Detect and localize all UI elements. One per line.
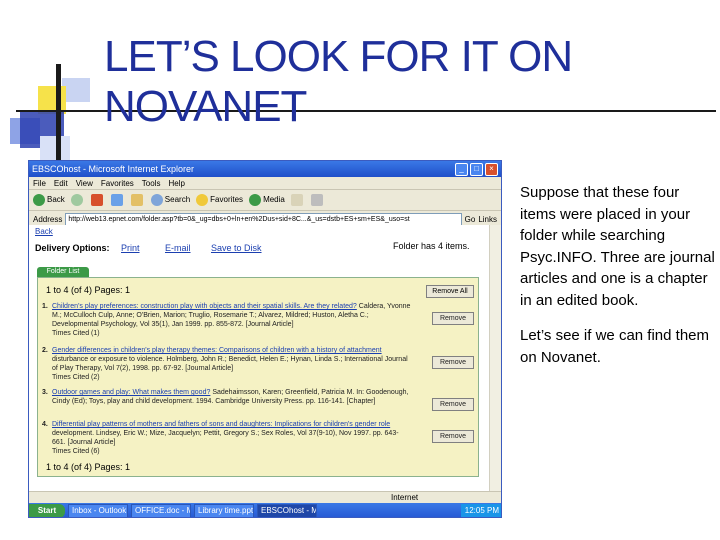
pager-top[interactable]: 1 to 4 (of 4) Pages: 1 xyxy=(46,285,130,295)
menu-help[interactable]: Help xyxy=(168,179,184,188)
note-paragraph-2: Let’s see if we can find them on Novanet… xyxy=(520,327,709,366)
links-button[interactable]: Links xyxy=(478,215,497,224)
taskbar-clock: 12:05 PM xyxy=(460,504,501,517)
media-button[interactable]: Media xyxy=(249,194,285,206)
start-button[interactable]: Start xyxy=(29,504,65,517)
back-link[interactable]: Back xyxy=(35,227,53,236)
browser-title: EBSCOhost - Microsoft Internet Explorer xyxy=(32,164,195,174)
remove-button[interactable]: Remove xyxy=(432,356,474,369)
back-arrow-icon xyxy=(33,194,45,206)
back-button[interactable]: Back xyxy=(33,194,65,206)
email-link[interactable]: E-mail xyxy=(165,243,191,253)
taskbar-item-library[interactable]: Library time.ppt xyxy=(194,504,254,517)
remove-button[interactable]: Remove xyxy=(432,430,474,443)
slide-title-line1: LET’S LOOK FOR IT ON xyxy=(104,32,573,81)
search-icon xyxy=(150,194,163,206)
star-icon xyxy=(196,194,209,206)
folder-list-panel: 1 to 4 (of 4) Pages: 1 Remove All 1. Chi… xyxy=(37,277,479,477)
taskbar-item-office[interactable]: OFFICE.doc - Micro... xyxy=(131,504,191,517)
pager-bottom[interactable]: 1 to 4 (of 4) Pages: 1 xyxy=(46,462,130,472)
remove-all-button[interactable]: Remove All xyxy=(426,285,474,298)
item-title-link[interactable]: Gender differences in children's play th… xyxy=(52,347,382,354)
mail-icon[interactable] xyxy=(290,194,305,206)
folder-count: Folder has 4 items. xyxy=(393,241,470,251)
menu-bar: File Edit View Favorites Tools Help xyxy=(29,177,501,190)
item-title-link[interactable]: Differential play patterns of mothers an… xyxy=(52,421,390,428)
stop-icon[interactable] xyxy=(90,194,105,206)
item-title-link[interactable]: Outdoor games and play: What makes them … xyxy=(52,389,210,396)
home-icon[interactable] xyxy=(130,194,145,206)
go-button[interactable]: Go xyxy=(465,215,476,224)
slide-title: LET’S LOOK FOR IT ON NOVANET xyxy=(104,32,573,132)
note-paragraph-1: Suppose that these four items were place… xyxy=(520,184,715,309)
delivery-options-label: Delivery Options: xyxy=(35,243,110,253)
menu-view[interactable]: View xyxy=(76,179,93,188)
minimize-icon[interactable]: _ xyxy=(455,162,468,176)
taskbar: Start Inbox - Outlook Exp... OFFICE.doc … xyxy=(29,503,501,517)
print-link[interactable]: Print xyxy=(121,243,140,253)
taskbar-item-inbox[interactable]: Inbox - Outlook Exp... xyxy=(68,504,128,517)
print-toolbar-icon[interactable] xyxy=(310,194,325,206)
vertical-scrollbar[interactable] xyxy=(489,225,501,491)
taskbar-item-ebscohost[interactable]: EBSCOhost - Micros... xyxy=(257,504,317,517)
browser-window: EBSCOhost - Microsoft Internet Explorer … xyxy=(28,160,502,518)
close-icon[interactable]: × xyxy=(485,162,498,176)
media-icon xyxy=(249,194,262,206)
tab-folder-list[interactable]: Folder List xyxy=(37,267,89,277)
item-title-link[interactable]: Children's play preferences: constructio… xyxy=(52,303,357,310)
slide-notes: Suppose that these four items were place… xyxy=(520,182,716,382)
menu-favorites[interactable]: Favorites xyxy=(101,179,134,188)
status-zone: Internet xyxy=(391,493,419,502)
menu-edit[interactable]: Edit xyxy=(54,179,68,188)
search-button[interactable]: Search xyxy=(150,194,190,206)
address-input[interactable]: http://web13.epnet.com/folder.asp?tb=0&_… xyxy=(65,212,462,226)
menu-tools[interactable]: Tools xyxy=(142,179,161,188)
refresh-icon[interactable] xyxy=(110,194,125,206)
favorites-button[interactable]: Favorites xyxy=(196,194,243,206)
maximize-icon[interactable]: □ xyxy=(470,162,483,176)
remove-button[interactable]: Remove xyxy=(432,312,474,325)
browser-title-bar: EBSCOhost - Microsoft Internet Explorer … xyxy=(29,161,501,177)
forward-icon[interactable] xyxy=(70,194,85,206)
save-to-disk-link[interactable]: Save to Disk xyxy=(211,243,262,253)
address-label: Address xyxy=(33,214,63,224)
toolbar: Back Search Favorites Media xyxy=(29,190,501,211)
slide-title-line2: NOVANET xyxy=(104,82,307,131)
page-content: Back Delivery Options: Print E-mail Save… xyxy=(29,225,489,491)
remove-button[interactable]: Remove xyxy=(432,398,474,411)
menu-file[interactable]: File xyxy=(33,179,46,188)
